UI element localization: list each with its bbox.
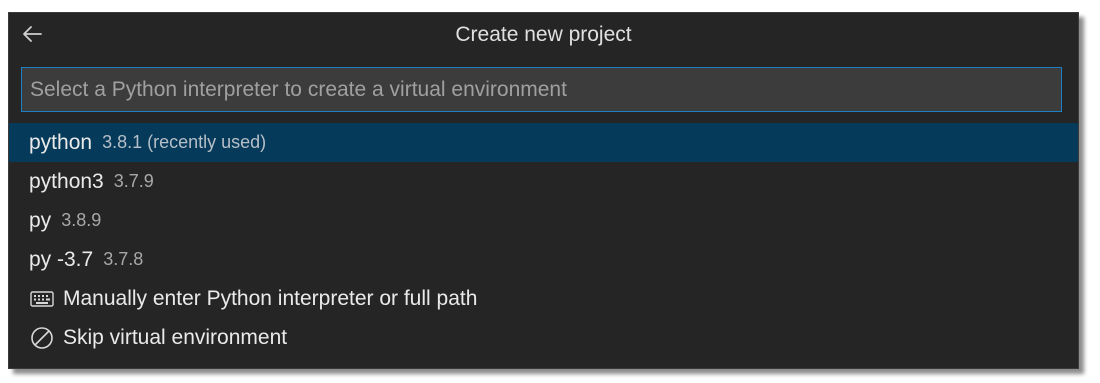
keyboard-icon [29, 286, 55, 312]
interpreter-search-field[interactable] [21, 67, 1062, 112]
option-label: py -3.7 [29, 247, 94, 271]
option-detail: 3.8.1 (recently used) [102, 132, 267, 152]
option-skip-venv[interactable]: Skip virtual environment [9, 318, 1078, 357]
dialog-header: Create new project [9, 13, 1078, 55]
dialog-title: Create new project [455, 23, 632, 46]
option-python3[interactable]: python3 3.7.9 [9, 162, 1078, 201]
interpreter-search-input[interactable] [22, 68, 1061, 111]
option-detail: 3.7.9 [113, 171, 154, 191]
option-detail: 3.8.9 [61, 210, 102, 230]
option-python[interactable]: python 3.8.1 (recently used) [9, 123, 1078, 162]
option-detail: 3.7.8 [103, 249, 144, 269]
option-label: python3 [29, 169, 104, 193]
option-py[interactable]: py 3.8.9 [9, 201, 1078, 240]
interpreter-list: python 3.8.1 (recently used) python3 3.7… [9, 123, 1078, 357]
option-py-3-7[interactable]: py -3.7 3.7.8 [9, 240, 1078, 279]
option-label: Manually enter Python interpreter or ful… [63, 286, 478, 310]
option-label: python [29, 130, 93, 154]
option-label: Skip virtual environment [63, 325, 288, 349]
quick-pick-dialog: Create new project python 3.8.1 (recentl… [8, 12, 1079, 369]
option-manual-path[interactable]: Manually enter Python interpreter or ful… [9, 279, 1078, 318]
circle-slash-icon [29, 325, 55, 351]
option-label: py [29, 208, 52, 232]
